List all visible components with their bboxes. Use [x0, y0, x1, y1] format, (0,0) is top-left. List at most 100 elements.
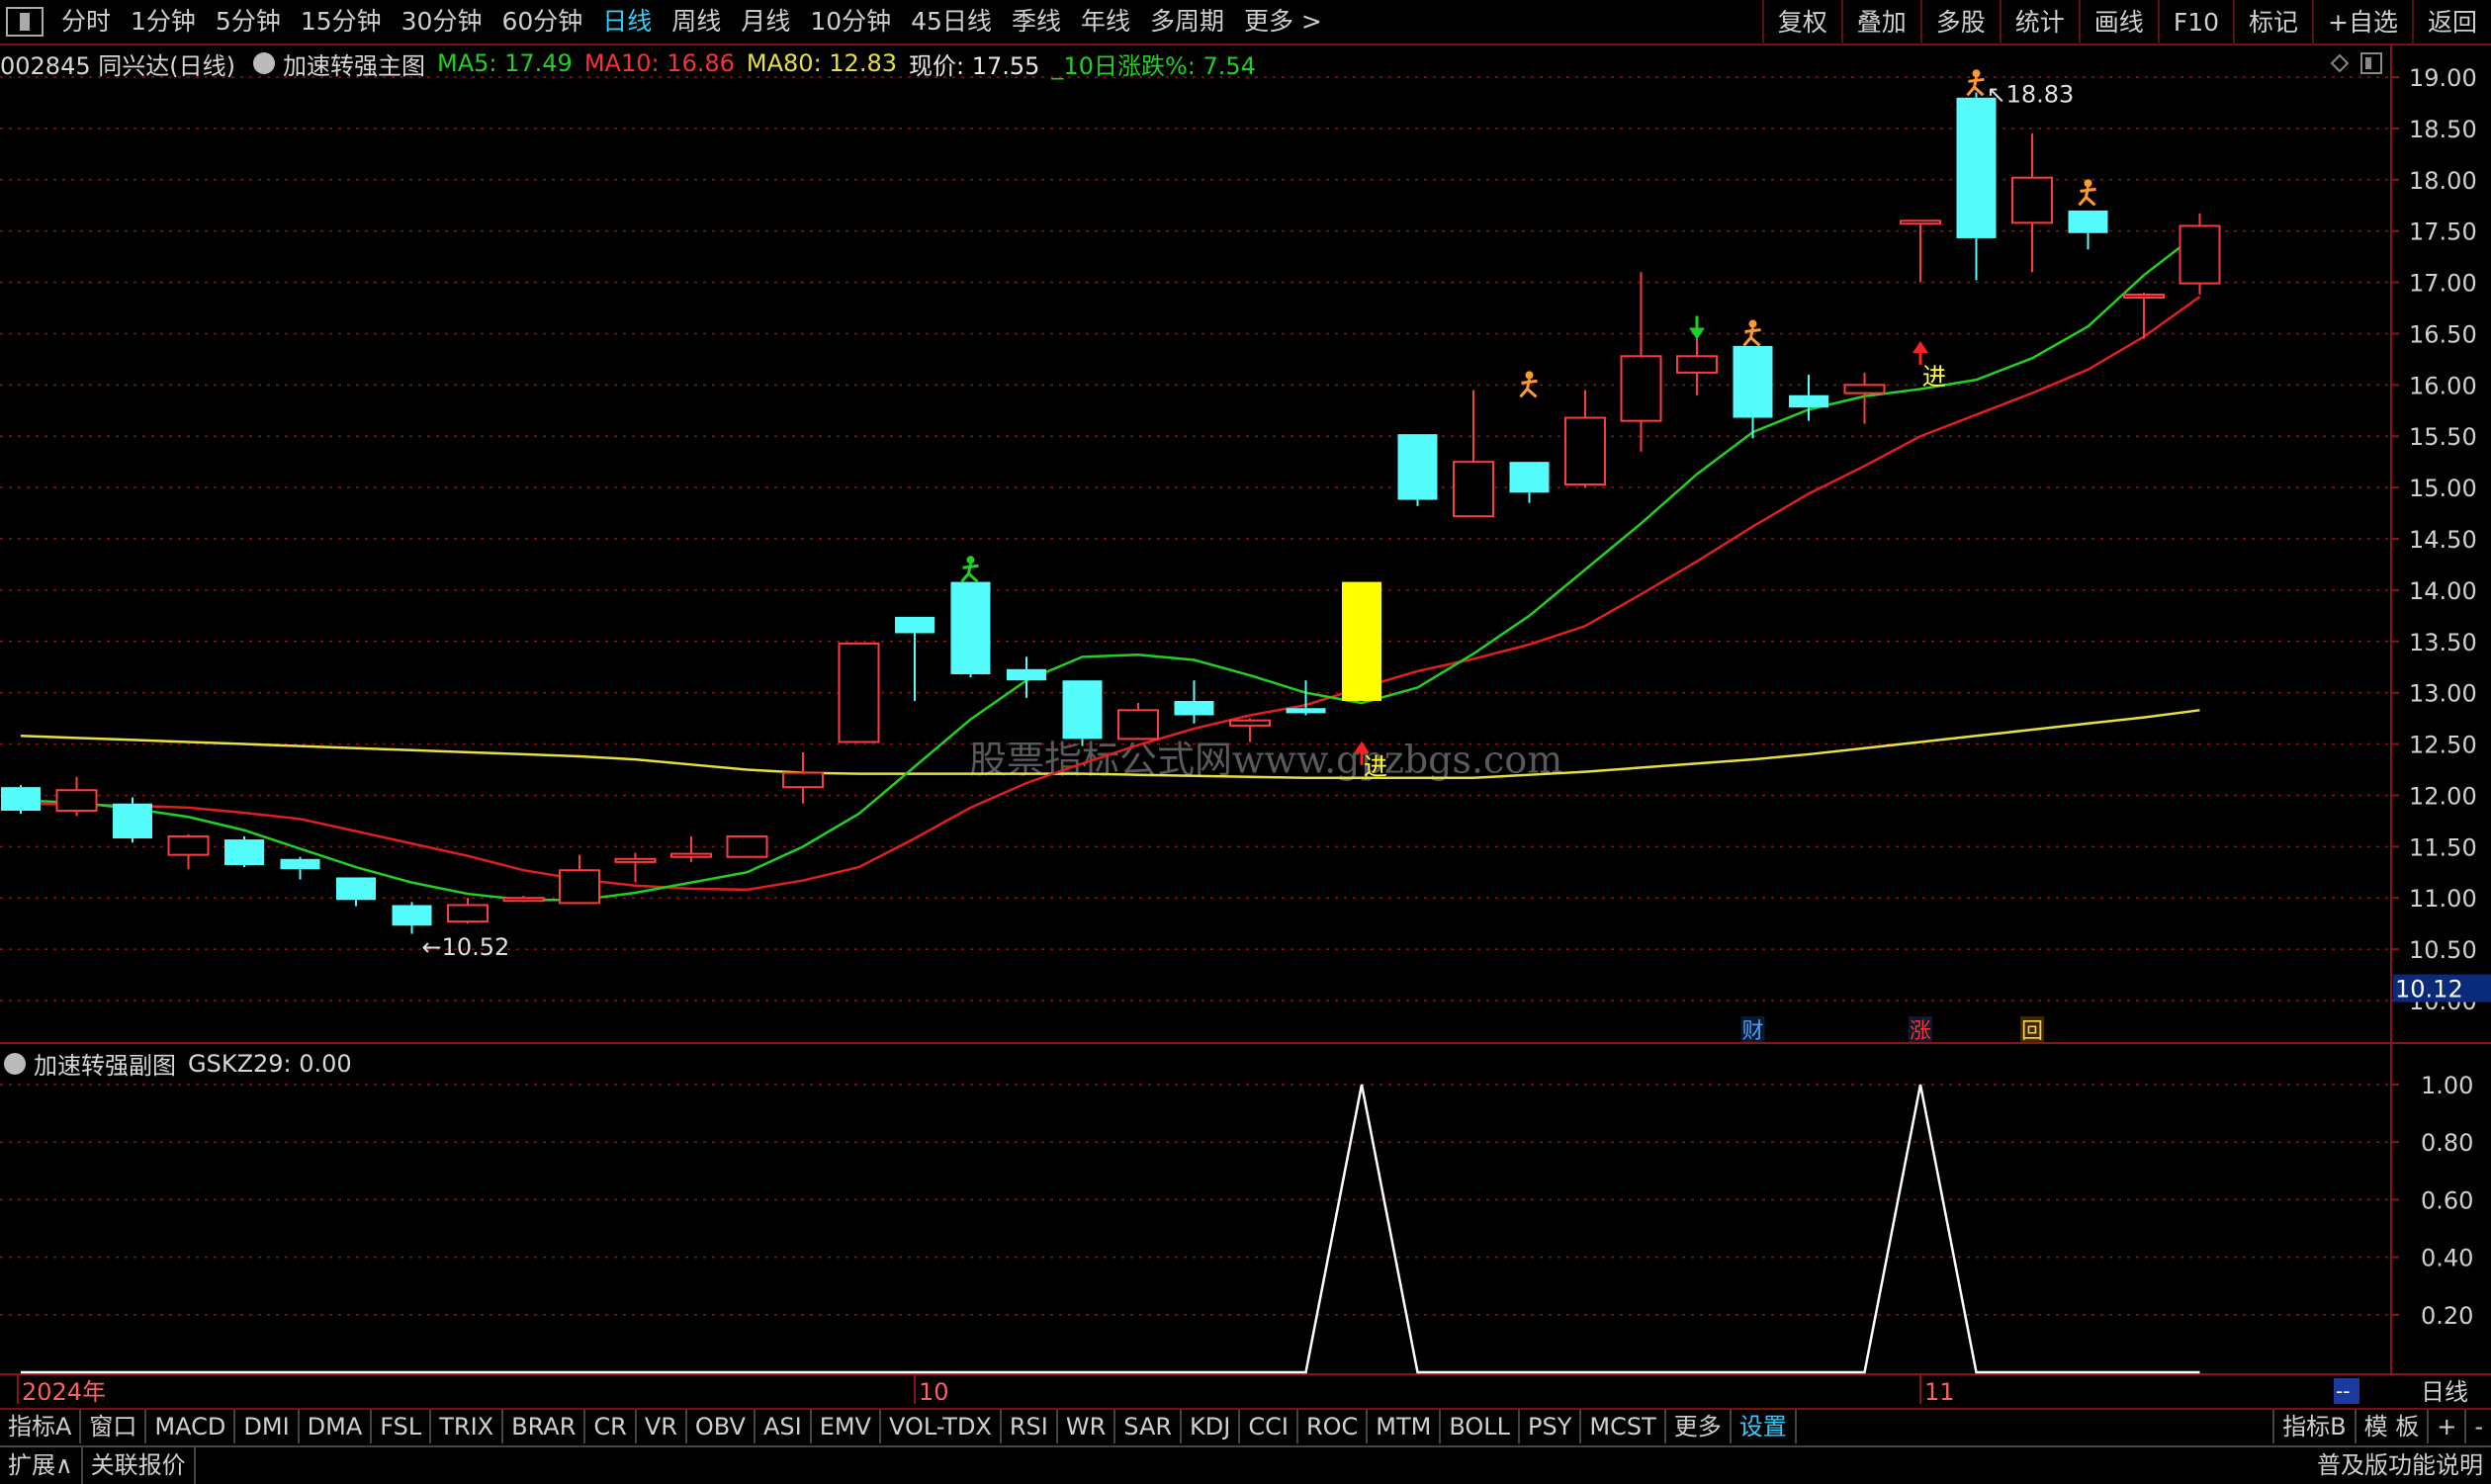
indicator-tab-right-2[interactable]: + [2427, 1410, 2464, 1443]
sub-indicator-dropdown-icon[interactable] [4, 1052, 26, 1075]
y-tick-label: 12.00 [2409, 782, 2477, 810]
indicator-tab-right-3[interactable]: - [2464, 1410, 2491, 1443]
indicator-tab-4[interactable]: DMA [300, 1410, 373, 1443]
indicator-tab-6[interactable]: TRIX [431, 1410, 504, 1443]
candle-up [502, 897, 545, 903]
period-10[interactable]: 45日线 [901, 0, 1002, 44]
time-axis-label: 10 [919, 1378, 949, 1406]
candle-up [447, 904, 489, 923]
event-marker[interactable]: 财 [1742, 1019, 1764, 1044]
candle-up [1117, 709, 1159, 741]
indicator-tab-17[interactable]: KDJ [1182, 1410, 1241, 1443]
runner-icon [1972, 69, 1981, 78]
indicator-tab-8[interactable]: CR [585, 1410, 637, 1443]
indicator-tab-3[interactable]: DMI [235, 1410, 300, 1443]
indicator-tab-13[interactable]: VOL-TDX [881, 1410, 1002, 1443]
chart-canvas[interactable]: 19.00 18.50 18.00 17.50 17.00 16.50 16.00 15.50… [0, 45, 2491, 1408]
period-3[interactable]: 15分钟 [291, 0, 392, 44]
status-bar: 扩展∧ 关联报价 普及版功能说明 [0, 1445, 2491, 1484]
expand-button[interactable]: 扩展∧ [0, 1447, 83, 1484]
indicator-tab-16[interactable]: SAR [1115, 1410, 1183, 1443]
y-tick-label: 15.00 [2409, 475, 2477, 502]
toolbar-right-buttons: 复权 叠加 多股 统计 画线 F10 标记 +自选 返回 [1761, 0, 2491, 45]
period-12[interactable]: 年线 [1071, 0, 1140, 44]
current-price-axis-label: 10.12 [2395, 976, 2463, 1004]
y-tick-label: 17.50 [2409, 218, 2477, 246]
toolbar-button-7[interactable]: +自选 [2312, 0, 2412, 45]
toolbar-button-5[interactable]: F10 [2157, 0, 2233, 45]
period-13[interactable]: 多周期 [1140, 0, 1234, 44]
gskz29-line [21, 1084, 2200, 1374]
period-toolbar: 分时 1分钟 5分钟 15分钟 30分钟 60分钟 日线 周线 月线 10分钟 45日线 季线 年线 多周… [0, 0, 2491, 45]
indicator-tab-18[interactable]: CCI [1240, 1410, 1298, 1443]
toolbar-button-1[interactable]: 叠加 [1840, 0, 1920, 45]
indicator-tab-7[interactable]: BRAR [503, 1410, 586, 1443]
sub-chart-info: 加速转强副图 GSKZ29: 0.00 [0, 1046, 352, 1081]
indicator-tab-24[interactable]: 更多 [1666, 1410, 1732, 1443]
toolbar-button-3[interactable]: 统计 [1999, 0, 2079, 45]
indicator-tab-right-0[interactable]: 指标B [2272, 1410, 2354, 1443]
event-marker[interactable]: 涨 [1910, 1019, 1931, 1044]
period-6[interactable]: 日线 [592, 0, 662, 44]
y-tick-label: 16.00 [2409, 372, 2477, 399]
indicator-tab-11[interactable]: ASI [756, 1410, 812, 1443]
indicator-tab-19[interactable]: ROC [1298, 1410, 1369, 1443]
period-2[interactable]: 5分钟 [206, 0, 291, 44]
toolbar-button-4[interactable]: 画线 [2078, 0, 2158, 45]
toolbar-button-0[interactable]: 复权 [1761, 0, 1841, 45]
candle-down [1174, 700, 1214, 716]
chart-annotation: 进 [1922, 363, 1946, 391]
period-1[interactable]: 1分钟 [121, 0, 206, 44]
y-tick-label: 17.00 [2409, 270, 2477, 298]
indicator-tab-20[interactable]: MTM [1368, 1410, 1442, 1443]
period-7[interactable]: 周线 [662, 0, 731, 44]
y-tick-label: 18.00 [2409, 167, 2477, 195]
candle-down [1509, 462, 1550, 493]
period-9[interactable]: 10分钟 [800, 0, 901, 44]
indicator-tab-15[interactable]: WR [1058, 1410, 1116, 1443]
period-14[interactable]: 更多 > [1234, 0, 1332, 44]
indicator-tab-22[interactable]: PSY [1520, 1410, 1582, 1443]
period-5[interactable]: 60分钟 [491, 0, 592, 44]
indicator-tab-9[interactable]: VR [637, 1410, 687, 1443]
related-quote-button[interactable]: 关联报价 [83, 1447, 196, 1484]
toolbar-button-8[interactable]: 返回 [2411, 0, 2491, 45]
candle-down [895, 616, 934, 634]
period-11[interactable]: 季线 [1002, 0, 1071, 44]
indicator-tab-23[interactable]: MCST [1581, 1410, 1666, 1443]
window-icon-inner [2365, 57, 2371, 69]
indicator-tab-1[interactable]: 窗口 [81, 1410, 147, 1443]
period-8[interactable]: 月线 [731, 0, 800, 44]
indicator-tab-12[interactable]: EMV [812, 1410, 881, 1443]
candle-down [1062, 680, 1103, 740]
indicator-tab-right-1[interactable]: 模 板 [2354, 1410, 2428, 1443]
indicator-tab-2[interactable]: MACD [146, 1410, 236, 1443]
toolbar-button-6[interactable]: 标记 [2233, 0, 2312, 45]
candle-down [1, 787, 41, 812]
indicator-tab-14[interactable]: RSI [1002, 1410, 1058, 1443]
indicator-tab-25[interactable]: 设置 [1732, 1410, 1797, 1443]
period-label[interactable]: 日线 [2421, 1378, 2468, 1406]
sub-y-tick-label: 1.00 [2421, 1072, 2473, 1099]
panel-toggle-icon[interactable] [6, 7, 44, 37]
event-marker[interactable]: 回 [2021, 1019, 2043, 1044]
indicator-tab-list: 指标A 窗口 MACD DMI DMA FSL TRIX BRAR CR VR OBV ASI EMV V… [0, 1410, 1797, 1443]
runner-icon [966, 556, 975, 565]
indicator-tab-10[interactable]: OBV [687, 1410, 756, 1443]
diamond-icon[interactable] [2330, 53, 2350, 73]
indicator-tab-0[interactable]: 指标A [0, 1410, 82, 1443]
period-4[interactable]: 30分钟 [392, 0, 492, 44]
y-tick-label: 16.50 [2409, 320, 2477, 348]
indicator-tab-21[interactable]: BOLL [1441, 1410, 1521, 1443]
candle-up [2179, 224, 2221, 285]
sub-y-tick-label: 0.40 [2421, 1245, 2473, 1272]
toolbar-button-2[interactable]: 多股 [1919, 0, 2000, 45]
period-0[interactable]: 分时 [51, 0, 121, 44]
sub-corner-label: -- [2336, 1379, 2350, 1403]
candle-up [614, 857, 657, 863]
runner-icon [2084, 179, 2092, 188]
indicator-tab-5[interactable]: FSL [372, 1410, 432, 1443]
edition-info-link[interactable]: 普及版功能说明 [2317, 1447, 2483, 1484]
candle-up [1843, 384, 1886, 394]
sub-indicator-name[interactable]: 加速转强副图 [34, 1046, 176, 1081]
